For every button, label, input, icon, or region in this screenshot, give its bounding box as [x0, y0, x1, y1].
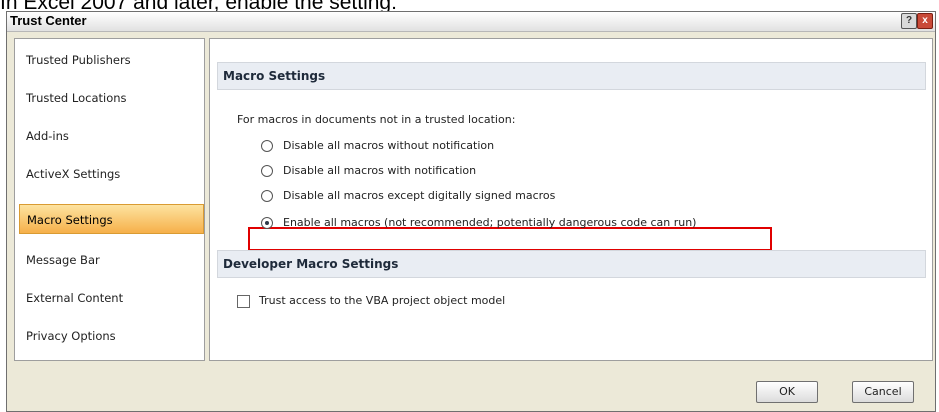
trust-vba-label: Trust access to the VBA project object m… — [259, 294, 506, 307]
radio-button[interactable] — [261, 165, 273, 177]
ok-button[interactable]: OK — [756, 381, 818, 403]
sidebar-item-activex-settings[interactable]: ActiveX Settings — [15, 159, 204, 189]
option-label: Disable all macros with notification — [283, 164, 477, 177]
cancel-button[interactable]: Cancel — [852, 381, 914, 403]
sidebar-item-external-content[interactable]: External Content — [15, 283, 204, 313]
radio-button[interactable] — [261, 140, 273, 152]
developer-settings-header: Developer Macro Settings — [217, 250, 926, 278]
radio-button-selected[interactable] — [261, 217, 273, 229]
trust-vba-checkbox[interactable] — [237, 295, 250, 308]
sidebar-item-add-ins[interactable]: Add-ins — [15, 121, 204, 151]
macro-settings-header: Macro Settings — [217, 62, 926, 90]
window-title: Trust Center — [10, 13, 87, 28]
settings-panel: Macro Settings For macros in documents n… — [209, 38, 933, 361]
help-button[interactable]: ? — [901, 13, 917, 29]
sidebar-item-macro-settings[interactable]: Macro Settings — [19, 204, 204, 234]
option-label: Disable all macros without notification — [283, 139, 495, 152]
sidebar: Trusted Publishers Trusted Locations Add… — [14, 38, 205, 361]
option-label: Enable all macros (not recommended; pote… — [283, 216, 697, 229]
sidebar-item-trusted-locations[interactable]: Trusted Locations — [15, 83, 204, 113]
option-label: Disable all macros except digitally sign… — [283, 189, 556, 202]
sidebar-item-privacy-options[interactable]: Privacy Options — [15, 321, 204, 351]
sidebar-item-trusted-publishers[interactable]: Trusted Publishers — [15, 45, 204, 75]
sidebar-item-message-bar[interactable]: Message Bar — [15, 245, 204, 275]
close-button[interactable]: x — [917, 13, 933, 29]
radio-button[interactable] — [261, 190, 273, 202]
title-bar: Trust Center ? x — [7, 12, 935, 32]
macro-intro-text: For macros in documents not in a trusted… — [237, 113, 516, 126]
trust-center-dialog: Trust Center ? x Trusted Publishers Trus… — [6, 11, 936, 412]
highlight-box — [248, 227, 772, 251]
